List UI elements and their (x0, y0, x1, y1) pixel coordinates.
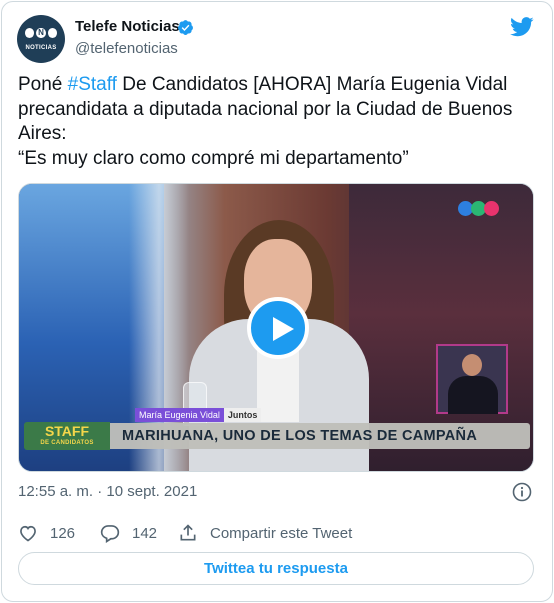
verified-badge-icon (178, 20, 193, 35)
lower-third: STAFF DE CANDIDATOS MARIHUANA, UNO DE LO… (24, 422, 530, 450)
like-count: 126 (50, 524, 76, 542)
share-icon (180, 524, 196, 541)
staff-badge-subtitle: DE CANDIDATOS (40, 440, 94, 446)
video-media[interactable]: María Eugenia Vidal Juntos STAFF DE CAND… (18, 183, 534, 472)
author-name[interactable]: Telefe Noticias (75, 18, 180, 35)
reply-bubble-icon (100, 525, 120, 543)
tweet-quote: “Es muy claro como compré mi departament… (18, 147, 409, 169)
lower-third-headline: MARIHUANA, UNO DE LOS TEMAS DE CAMPAÑA (122, 428, 478, 444)
avatar[interactable]: N NOTICIAS (17, 15, 65, 63)
staff-badge-title: STAFF (44, 423, 90, 439)
tweet-text-before: Poné (18, 74, 68, 95)
heart-icon (20, 525, 36, 542)
name-tag-name: María Eugenia Vidal (135, 408, 224, 422)
hashtag-link[interactable]: #Staff (68, 74, 117, 95)
reply-count: 142 (132, 524, 158, 542)
info-icon[interactable] (512, 482, 532, 502)
tweet-text: Poné #Staff De Candidatos [AHORA] María … (18, 73, 538, 171)
reply-composer-button[interactable]: Twittea tu respuesta (18, 552, 534, 585)
twitter-bird-icon[interactable] (510, 17, 534, 37)
avatar-logo-text: NOTICIAS (25, 45, 57, 51)
share-button[interactable]: Compartir este Tweet (178, 522, 352, 544)
sign-language-interpreter (436, 344, 508, 414)
staff-badge: STAFF DE CANDIDATOS (24, 422, 110, 450)
like-button[interactable]: 126 (18, 522, 75, 544)
play-button[interactable] (247, 297, 309, 359)
name-tag-party: Juntos (223, 408, 262, 422)
telefe-tv-logo-icon (458, 201, 499, 216)
reply-button[interactable]: 142 (100, 522, 157, 544)
share-label: Compartir este Tweet (210, 524, 353, 542)
author-handle[interactable]: @telefenoticias (75, 40, 178, 57)
name-tag: María Eugenia Vidal Juntos (135, 408, 262, 422)
play-icon (273, 317, 294, 341)
telefe-logo-icon: N (25, 28, 57, 42)
tweet-timestamp[interactable]: 12:55 a. m. · 10 sept. 2021 (18, 483, 197, 500)
